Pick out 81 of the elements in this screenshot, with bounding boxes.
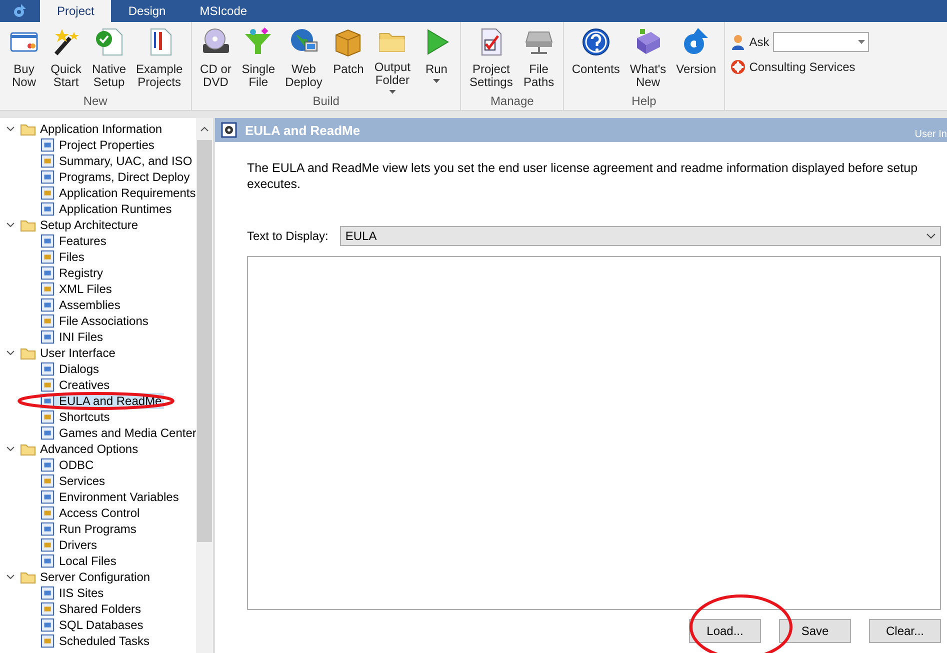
app-logo-icon [13, 4, 27, 18]
text-to-display-dropdown[interactable]: EULA [340, 226, 941, 246]
scrollbar[interactable] [196, 118, 213, 653]
field-label: Text to Display: [247, 229, 328, 243]
chevron-icon[interactable] [6, 222, 15, 228]
tree-category[interactable]: Setup Architecture [36, 218, 138, 232]
tree-item[interactable]: IIS Sites [40, 585, 106, 601]
tree-item[interactable]: Project Properties [40, 137, 156, 153]
ask-label: Ask [749, 35, 770, 49]
breadcrumb: User In [914, 129, 947, 142]
ribbon-button[interactable]: File Paths [518, 22, 560, 94]
ribbon-button[interactable]: Quick Start [45, 22, 87, 94]
ribbon-button[interactable]: Native Setup [87, 22, 132, 94]
chevron-icon[interactable] [6, 350, 15, 356]
person-headset-icon [731, 34, 746, 50]
tree-category[interactable]: Advanced Options [36, 442, 138, 456]
group-label: New [82, 95, 108, 110]
tree-item[interactable]: Assemblies [40, 297, 122, 313]
tree-item[interactable]: Files [40, 249, 86, 265]
tree-category[interactable]: Application Information [36, 122, 162, 136]
ribbon-tab[interactable]: Project [40, 0, 112, 22]
caret-icon [858, 40, 866, 44]
ribbon-button[interactable]: Patch [327, 22, 370, 94]
folder-icon [20, 218, 36, 232]
ribbon-button[interactable]: Buy Now [3, 22, 45, 94]
chevron-icon [926, 233, 936, 239]
group-label: Build [312, 95, 340, 110]
group-label: Help [630, 95, 658, 110]
ribbon-button[interactable]: Single File [236, 22, 280, 94]
tree-item[interactable]: Local Files [40, 553, 118, 569]
ribbon-button[interactable]: Project Settings [464, 22, 518, 94]
ribbon-button[interactable]: Version [671, 22, 722, 94]
folder-icon [20, 122, 36, 136]
tree-category[interactable]: User Interface [36, 346, 116, 360]
help-icon [580, 26, 612, 58]
lifebuoy-icon [731, 60, 746, 74]
tree-item[interactable]: SQL Databases [40, 617, 146, 633]
tree-item[interactable]: Access Control [40, 505, 142, 521]
tree-category[interactable]: Server Configuration [36, 570, 150, 584]
tree-item[interactable]: Services [40, 473, 108, 489]
action-button[interactable]: Clear... [869, 619, 941, 643]
tree-item[interactable]: Shared Folders [40, 601, 144, 617]
tree-item[interactable]: Dialogs [40, 361, 102, 377]
ribbon-tab[interactable]: Design [111, 0, 183, 22]
ribbon-button[interactable]: Output Folder [369, 22, 416, 94]
tree-item[interactable]: Features [40, 233, 108, 249]
ribbon-button[interactable]: Contents [566, 22, 625, 94]
tree-item[interactable]: ODBC [40, 457, 96, 473]
ask-field[interactable] [773, 32, 870, 52]
view-title: EULA and ReadMe [245, 122, 362, 138]
tree-item[interactable]: Programs, Direct Deploy [40, 169, 192, 185]
ribbon-tab[interactable]: MSIcode [182, 0, 264, 22]
tree-item[interactable]: Application Runtimes [40, 201, 174, 217]
chevron-icon[interactable] [6, 446, 15, 452]
tree-item[interactable]: Run Programs [40, 521, 138, 537]
description-text: The EULA and ReadMe view lets you set the end user license agreement and readme information displayed before setup executes. [247, 160, 919, 192]
ribbon-button[interactable]: CD or DVD [194, 22, 237, 94]
tree-item[interactable]: Creatives [40, 377, 112, 393]
chevron-icon[interactable] [6, 574, 15, 580]
ribbon-button[interactable]: Example Projects [131, 22, 188, 94]
action-button[interactable]: Save [779, 619, 851, 643]
consulting-services-link[interactable]: Consulting Services [731, 60, 870, 74]
chevron-icon[interactable] [6, 126, 15, 132]
ribbon-button[interactable]: What's New [624, 22, 672, 94]
tree-item[interactable]: Scheduled Tasks [40, 633, 152, 649]
tree-item[interactable]: Drivers [40, 537, 99, 553]
tree-item[interactable]: Environment Variables [40, 489, 181, 505]
folder-icon [20, 570, 36, 584]
group-label: Manage [489, 95, 535, 110]
tree-item[interactable]: Summary, UAC, and ISO [40, 153, 194, 169]
tree-item[interactable]: INI Files [40, 329, 106, 345]
ribbon-button[interactable]: Run [415, 22, 458, 94]
checkmark-document-icon [93, 26, 125, 58]
folder-icon [20, 346, 36, 360]
folder-icon [20, 442, 36, 456]
action-button[interactable]: Load... [689, 619, 761, 643]
ribbon-button[interactable]: Web Deploy [280, 22, 328, 94]
tree-item[interactable]: Registry [40, 265, 106, 281]
tree-item[interactable]: File Associations [40, 313, 150, 329]
tree-item[interactable]: Shortcuts [40, 409, 112, 425]
tree-item[interactable]: XML Files [40, 281, 114, 297]
